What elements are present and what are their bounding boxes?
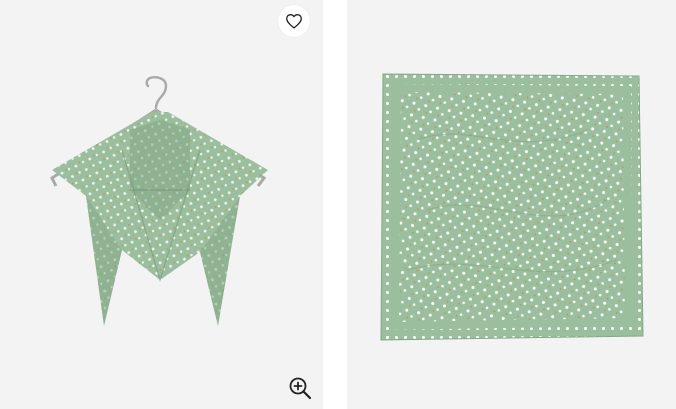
heart-icon	[286, 14, 302, 29]
product-image-panel-2[interactable]	[347, 0, 676, 409]
bandana-flat-image	[380, 73, 644, 341]
product-image-panel-1[interactable]	[0, 0, 323, 409]
zoom-button[interactable]	[286, 374, 314, 402]
zoom-in-icon	[289, 377, 312, 400]
favorite-button[interactable]	[278, 5, 310, 37]
hanger-hook	[145, 76, 168, 110]
bandana-on-hanger-image	[50, 76, 268, 326]
